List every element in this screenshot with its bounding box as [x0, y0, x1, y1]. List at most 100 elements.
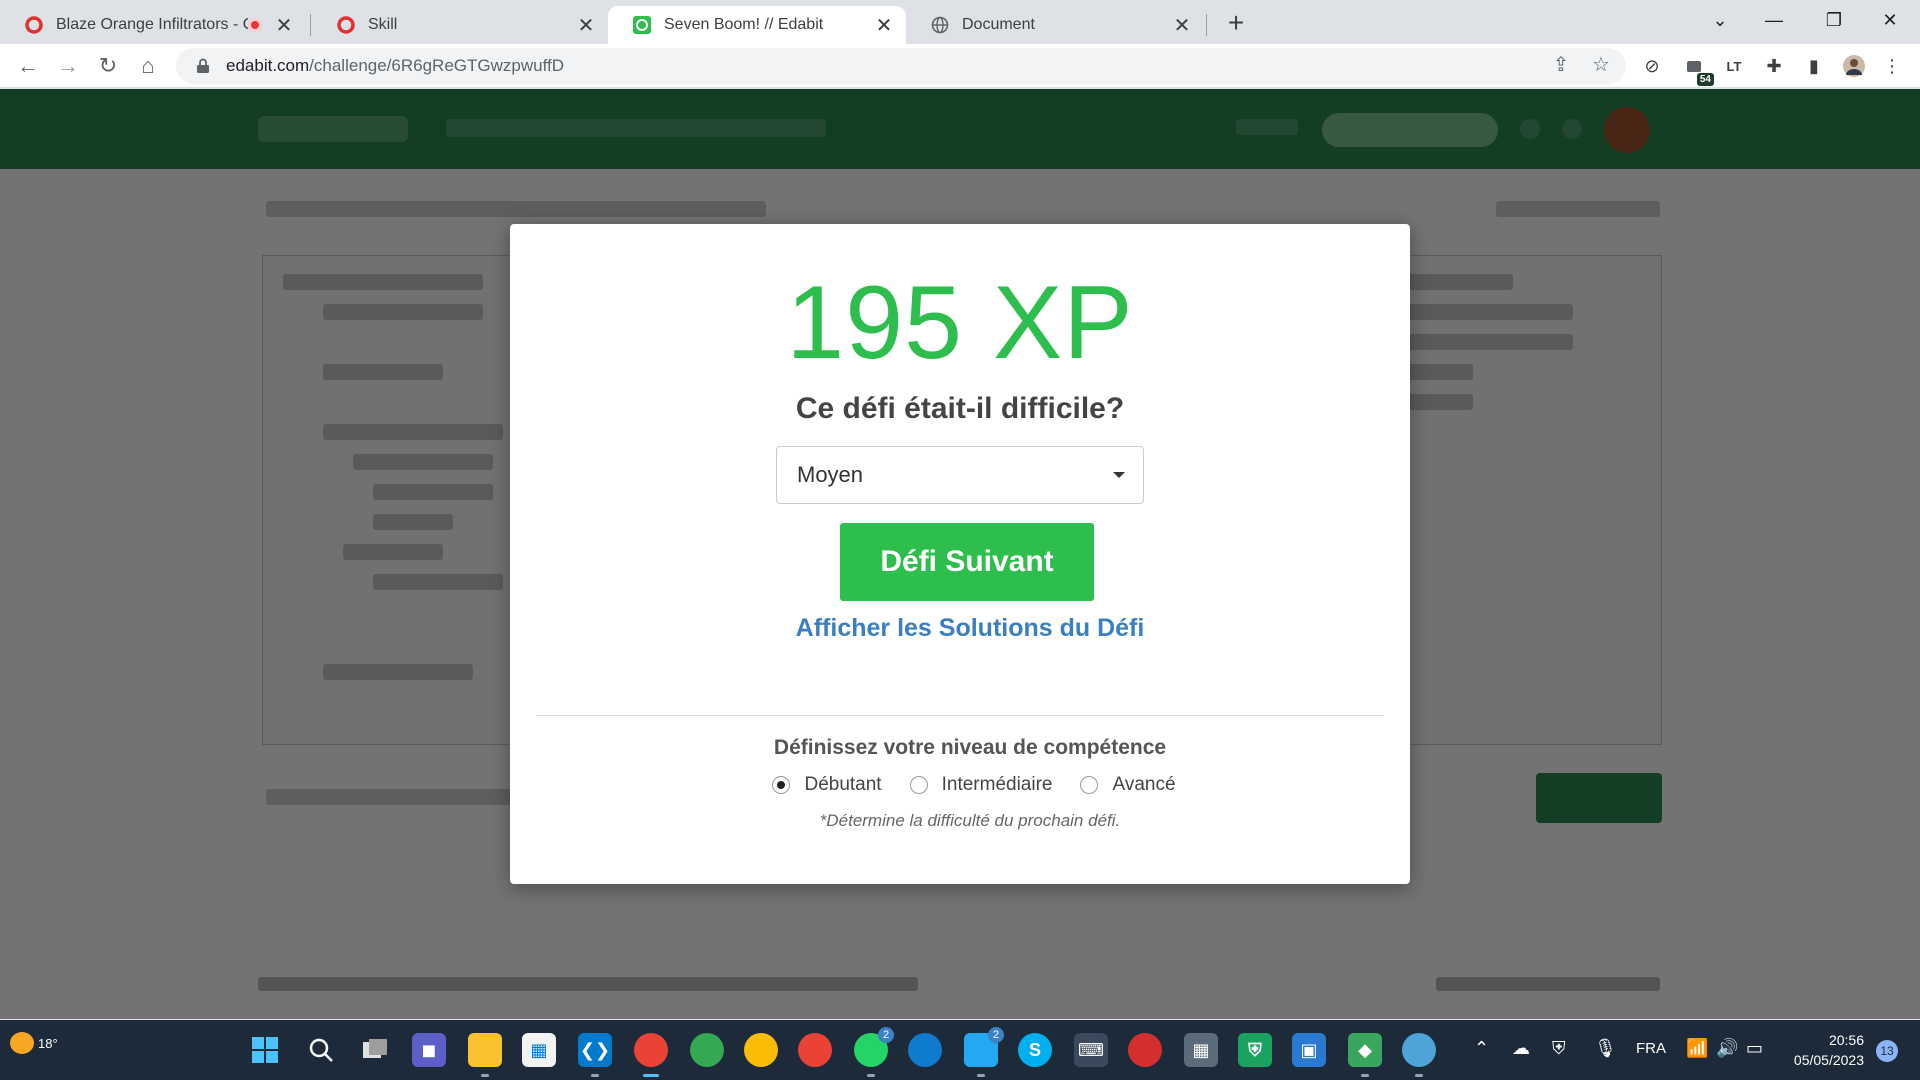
app-red-circle-icon[interactable] — [1128, 1033, 1162, 1067]
browser-tab-strip: Blaze Orange Infiltrators - O ✕ Skill ✕ … — [0, 0, 1920, 44]
onedrive-cloud-icon[interactable]: ☁ — [1512, 1038, 1530, 1059]
microsoft-store-icon[interactable]: ▦ — [522, 1033, 556, 1067]
windows-start-icon[interactable] — [248, 1033, 282, 1067]
edge-icon[interactable] — [908, 1033, 942, 1067]
caret-down-icon — [1113, 472, 1125, 478]
languagetool-icon[interactable]: LT — [1720, 52, 1748, 80]
skype-icon[interactable]: S — [1018, 1033, 1052, 1067]
chrome-profile-ky-icon[interactable] — [744, 1033, 778, 1067]
clock-time: 20:56 — [1828, 1032, 1864, 1048]
url-host: edabit.com — [226, 56, 310, 75]
minimize-icon[interactable]: — — [1746, 0, 1802, 40]
input-language[interactable]: FRA — [1636, 1040, 1666, 1057]
battery-icon[interactable]: ▭ — [1746, 1038, 1763, 1059]
security-shield-icon[interactable]: ⛨ — [1552, 1038, 1566, 1059]
difficulty-question: Ce défi était-il difficile? — [795, 392, 1125, 425]
teams-chat-icon[interactable]: ◼ — [412, 1033, 446, 1067]
extension-wallet-icon[interactable]: 54 — [1680, 52, 1714, 86]
share-icon[interactable]: ⇪ — [1546, 50, 1576, 80]
restore-icon[interactable]: ❐ — [1806, 0, 1862, 40]
whatsapp-icon[interactable]: 2 — [854, 1027, 894, 1067]
tab-title: Skill — [368, 16, 398, 33]
taskbar-running-indicator — [1415, 1074, 1423, 1077]
taskbar-running-indicator — [867, 1074, 875, 1077]
new-tab-button[interactable]: + — [1218, 6, 1254, 42]
browser-tab-skill[interactable]: Skill ✕ — [312, 6, 608, 44]
tab-search-icon[interactable]: ⌄ — [1692, 0, 1748, 40]
skill-option-beginner[interactable]: Débutant — [772, 774, 882, 796]
globe-icon — [930, 15, 950, 35]
extensions-puzzle-icon[interactable]: ✚ — [1760, 52, 1788, 80]
skill-option-label: Débutant — [804, 774, 882, 795]
calculator-icon[interactable]: ▦ — [1184, 1033, 1218, 1067]
difficulty-select[interactable]: Moyen — [776, 446, 1144, 504]
browser-tab-edabit[interactable]: Seven Boom! // Edabit ✕ — [608, 6, 906, 44]
browser-menu-icon[interactable]: ⋮ — [1878, 52, 1906, 80]
challenge-complete-modal: 195 XP Ce défi était-il difficile? Moyen… — [510, 224, 1410, 884]
temperature: 18° — [38, 1035, 58, 1051]
tab-close-icon[interactable]: ✕ — [574, 13, 598, 38]
show-hidden-icons[interactable]: ⌃ — [1474, 1038, 1489, 1059]
notification-count[interactable]: 13 — [1876, 1040, 1898, 1062]
skill-option-label: Avancé — [1112, 774, 1176, 795]
forward-icon[interactable]: → — [52, 50, 84, 82]
browser-tab-document[interactable]: Document ✕ — [906, 6, 1204, 44]
chrome-profile-pw-icon[interactable] — [690, 1033, 724, 1067]
tab-divider — [310, 14, 311, 36]
url-path: /challenge/6R6gReGTGwzpwuffD — [309, 56, 564, 75]
tab-close-icon[interactable]: ✕ — [872, 13, 896, 38]
git-icon[interactable]: ◆ — [1348, 1033, 1382, 1067]
weather-widget[interactable]: 18° — [10, 1032, 58, 1054]
opera-icon — [336, 15, 356, 35]
windows-taskbar: 18° ◼ ▦ ❮❯ 2 2 S ⌨ ▦ ⛨ ▣ ◆ ⌃ ☁ ⛨ 🎙 FRA 📶… — [0, 1020, 1920, 1080]
modal-divider — [536, 715, 1384, 716]
xp-earned: 195 XP — [786, 265, 1134, 381]
edabit-icon — [632, 15, 652, 35]
tab-close-icon[interactable]: ✕ — [272, 13, 296, 38]
file-explorer-icon[interactable] — [468, 1033, 502, 1067]
extension-blocker-icon[interactable]: ⊘ — [1638, 52, 1666, 80]
system-clock[interactable]: 20:56 05/05/2023 — [1784, 1030, 1864, 1070]
volume-icon[interactable]: 🔊 — [1716, 1038, 1738, 1059]
taskbar-running-indicator — [1361, 1074, 1369, 1077]
microphone-icon[interactable]: 🎙 — [1594, 1038, 1617, 1059]
radio-unchecked-icon[interactable] — [909, 776, 928, 794]
profile-avatar-icon[interactable] — [1840, 52, 1868, 80]
address-bar[interactable]: edabit.com/challenge/6R6gReGTGwzpwuffD — [176, 48, 1626, 84]
keyboard-app-icon[interactable]: ⌨ — [1074, 1033, 1108, 1067]
task-view-icon[interactable] — [358, 1033, 392, 1067]
tab-close-icon[interactable]: ✕ — [1170, 13, 1194, 38]
skill-level-radio-group: Débutant Intermédiaire Avancé — [510, 774, 1410, 796]
opera-icon — [24, 15, 44, 35]
view-solutions-link[interactable]: Afficher les Solutions du Défi — [510, 614, 1410, 643]
tab-divider — [1206, 14, 1207, 36]
url-text: edabit.com/challenge/6R6gReGTGwzpwuffD — [226, 56, 564, 76]
taskbar-active-indicator — [643, 1074, 659, 1077]
vpn-shield-icon[interactable]: ⛨ — [1238, 1033, 1272, 1067]
difficulty-selected-value: Moyen — [797, 462, 864, 487]
clock-date: 05/05/2023 — [1793, 1052, 1864, 1068]
reload-icon[interactable]: ↻ — [92, 50, 124, 82]
home-icon[interactable]: ⌂ — [132, 50, 164, 82]
wifi-icon[interactable]: 📶 — [1686, 1038, 1708, 1059]
side-panel-icon[interactable]: ▮ — [1800, 52, 1828, 80]
window-close-icon[interactable]: ✕ — [1862, 0, 1918, 40]
browser-tab-blaze[interactable]: Blaze Orange Infiltrators - O ✕ — [0, 6, 306, 44]
radio-unchecked-icon[interactable] — [1080, 776, 1099, 794]
browser-toolbar: ← → ↻ ⌂ edabit.com/challenge/6R6gReGTGwz… — [0, 44, 1920, 88]
bookmark-star-icon[interactable]: ☆ — [1586, 50, 1616, 80]
radio-checked-icon[interactable] — [772, 776, 791, 794]
vscode-secondary-icon[interactable]: 2 — [964, 1027, 1004, 1067]
back-icon[interactable]: ← — [12, 50, 44, 82]
app-window-icon[interactable]: ▣ — [1292, 1033, 1326, 1067]
skill-option-intermediate[interactable]: Intermédiaire — [909, 774, 1052, 796]
skill-option-advanced[interactable]: Avancé — [1080, 774, 1176, 796]
vscode-icon[interactable]: ❮❯ — [578, 1033, 612, 1067]
search-icon[interactable] — [304, 1033, 338, 1067]
network-globe-icon[interactable] — [1402, 1033, 1436, 1067]
tab-title: Blaze Orange Infiltrators - O — [56, 16, 248, 33]
next-challenge-button[interactable]: Défi Suivant — [840, 523, 1094, 601]
chrome-icon[interactable] — [634, 1033, 668, 1067]
taskbar-running-indicator — [481, 1074, 489, 1077]
chrome-profile-icon[interactable] — [798, 1033, 832, 1067]
